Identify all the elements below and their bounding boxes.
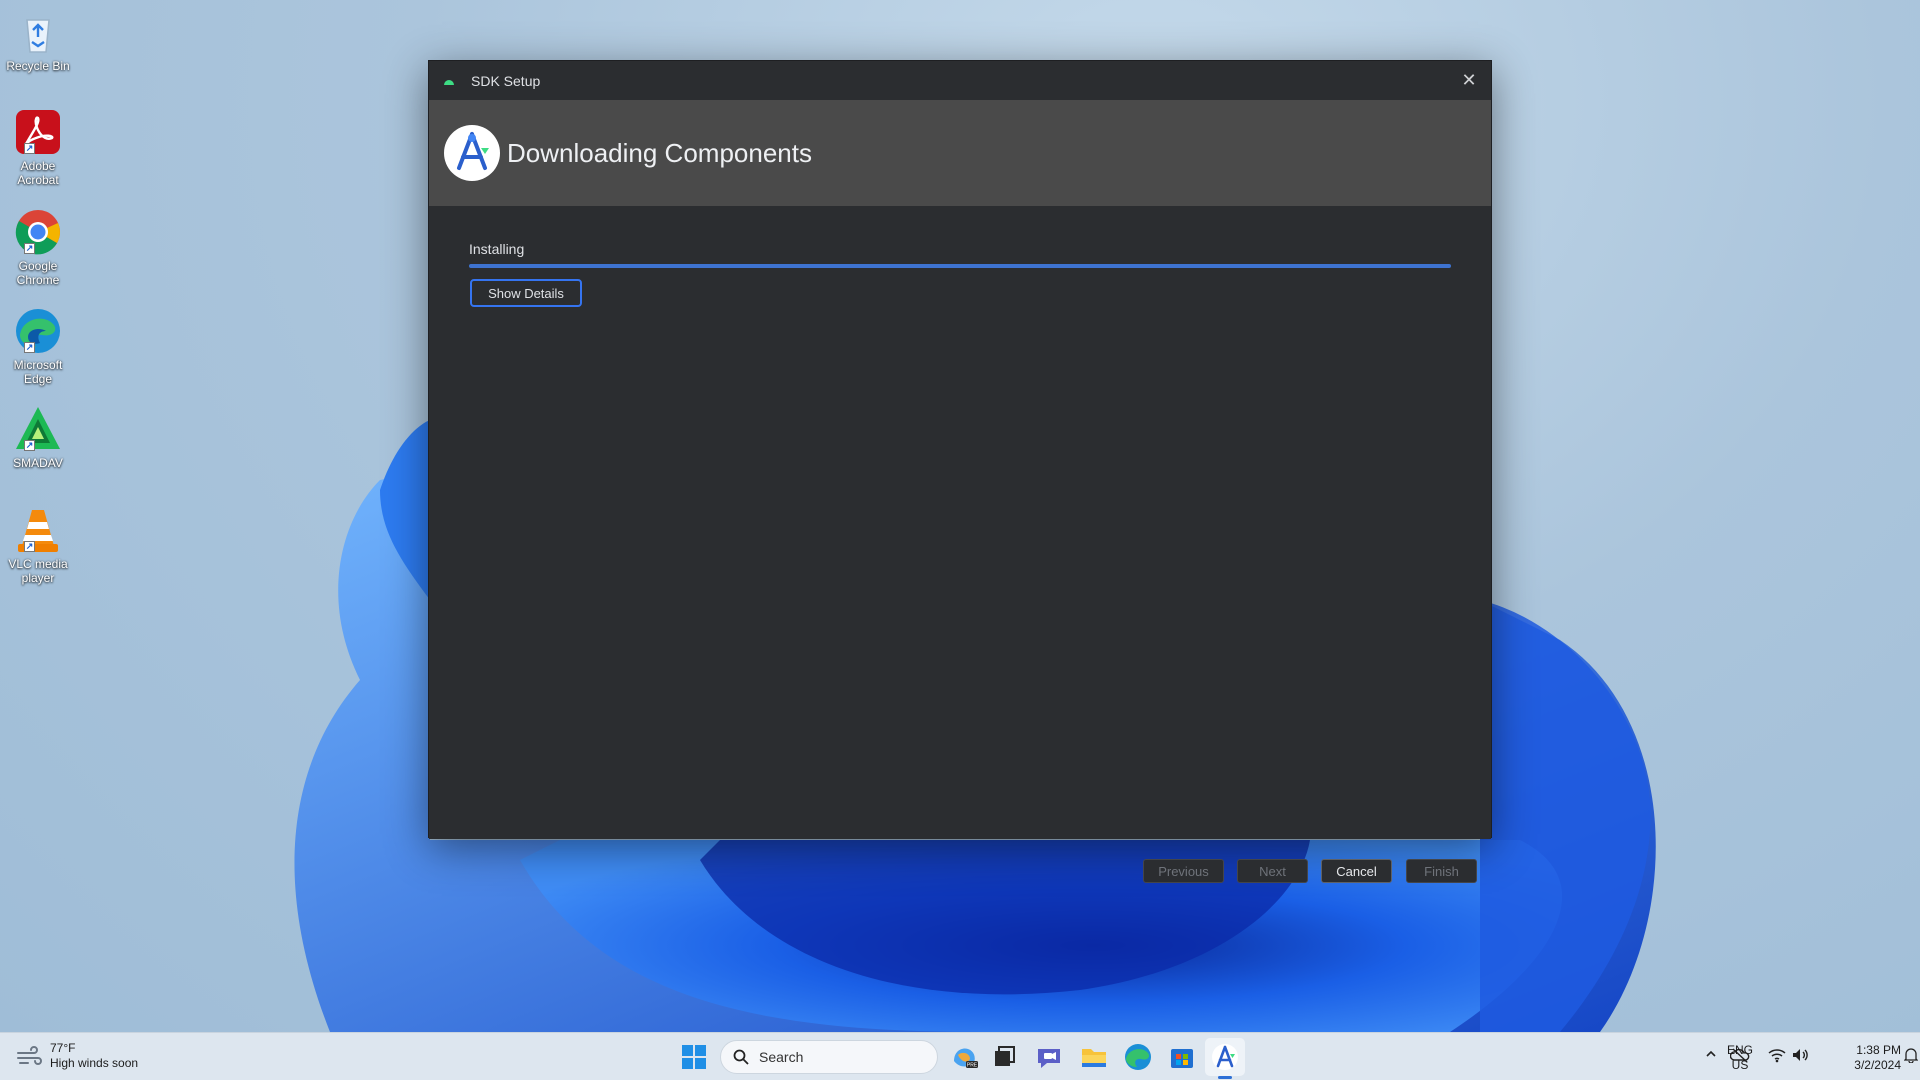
vlc-icon: ↗: [14, 506, 62, 554]
show-hidden-icons-chevron-icon[interactable]: [1704, 1047, 1718, 1064]
desktop-icon-label: VLC media player: [8, 557, 68, 585]
desktop-icon-smadav[interactable]: ↗ SMADAV: [4, 405, 72, 470]
previous-button[interactable]: Previous: [1143, 859, 1224, 883]
dialog-header: Downloading Components: [429, 100, 1491, 206]
taskbar-search[interactable]: Search: [720, 1040, 938, 1074]
desktop-icon-label: Google Chrome: [16, 259, 60, 287]
dialog-title: SDK Setup: [471, 72, 541, 89]
notification-bell-icon[interactable]: [1903, 1047, 1919, 1066]
wifi-icon[interactable]: [1768, 1047, 1786, 1066]
weather-condition: High winds soon: [50, 1056, 139, 1070]
google-chrome-icon: ↗: [14, 208, 62, 256]
shortcut-arrow-icon: ↗: [24, 243, 35, 254]
adobe-acrobat-icon: ↗: [14, 108, 62, 156]
android-icon: [444, 79, 454, 85]
close-icon[interactable]: ✕: [1459, 70, 1479, 90]
page-title: Downloading Components: [507, 137, 812, 168]
recycle-bin-icon: [14, 8, 62, 56]
desktop-icon-label: Microsoft Edge: [13, 358, 63, 386]
shortcut-arrow-icon: ↗: [24, 143, 35, 154]
wind-icon: [17, 1046, 42, 1065]
teams-chat-icon: [1038, 1049, 1060, 1068]
smadav-icon: ↗: [14, 405, 62, 453]
taskbar-microsoft-store[interactable]: [1166, 1041, 1198, 1073]
next-button[interactable]: Next: [1237, 859, 1308, 883]
task-view-icon: [995, 1046, 1015, 1066]
desktop-icon-google-chrome[interactable]: ↗ Google Chrome: [4, 208, 72, 287]
taskbar-file-explorer[interactable]: [1078, 1041, 1110, 1073]
cancel-button[interactable]: Cancel: [1321, 859, 1392, 883]
taskbar: 77°F High winds soon Search PRE ENG US 1…: [0, 1032, 1920, 1080]
dialog-content: Installing Show Details Previous Next Ca…: [429, 206, 1491, 883]
microsoft-edge-icon: ↗: [14, 307, 62, 355]
taskbar-task-view[interactable]: [988, 1041, 1020, 1073]
taskbar-android-studio[interactable]: [1209, 1041, 1241, 1073]
android-studio-logo-icon: [444, 125, 500, 181]
windows-icon: [682, 1045, 706, 1069]
clock-date: 3/2/2024: [1854, 1058, 1901, 1072]
language-code: ENG: [1727, 1043, 1754, 1057]
svg-text:PRE: PRE: [967, 1063, 978, 1069]
desktop-icon-adobe-acrobat[interactable]: ↗ Adobe Acrobat: [4, 108, 72, 187]
show-details-button[interactable]: Show Details: [470, 279, 582, 307]
region-code: US: [1731, 1058, 1749, 1072]
shortcut-arrow-icon: ↗: [24, 342, 35, 353]
progress-bar: [469, 264, 1451, 268]
dialog-titlebar[interactable]: SDK Setup ✕: [429, 61, 1491, 100]
progress-fill: [469, 264, 1451, 268]
active-app-indicator: [1218, 1076, 1232, 1079]
clock-time: 1:38 PM: [1856, 1043, 1901, 1057]
search-placeholder: Search: [759, 1049, 804, 1065]
weather-widget[interactable]: 77°F High winds soon: [16, 1041, 138, 1071]
status-label: Installing: [469, 241, 525, 257]
desktop-icon-recycle-bin[interactable]: Recycle Bin: [4, 8, 72, 73]
shortcut-arrow-icon: ↗: [24, 440, 35, 451]
desktop-icon-label: Adobe Acrobat: [17, 159, 59, 187]
volume-icon[interactable]: [1791, 1047, 1809, 1066]
taskbar-copilot[interactable]: PRE: [948, 1041, 980, 1073]
weather-temp: 77°F: [50, 1041, 76, 1055]
clock[interactable]: 1:38 PM 3/2/2024: [1821, 1043, 1901, 1073]
search-icon: [733, 1049, 749, 1065]
desktop-icon-label: SMADAV: [13, 456, 63, 470]
desktop-icon-vlc[interactable]: ↗ VLC media player: [4, 506, 72, 585]
copilot-icon: PRE: [954, 1048, 978, 1069]
desktop-icon-microsoft-edge[interactable]: ↗ Microsoft Edge: [4, 307, 72, 386]
file-explorer-icon: [1082, 1049, 1106, 1067]
android-studio-icon: [1212, 1044, 1238, 1070]
start-button[interactable]: [678, 1041, 710, 1073]
microsoft-store-icon: [1171, 1049, 1193, 1068]
finish-button[interactable]: Finish: [1406, 859, 1477, 883]
taskbar-teams[interactable]: [1033, 1041, 1065, 1073]
shortcut-arrow-icon: ↗: [24, 541, 35, 552]
taskbar-edge[interactable]: [1122, 1041, 1154, 1073]
desktop-icon-label: Recycle Bin: [6, 59, 70, 73]
sdk-setup-dialog: SDK Setup ✕ Downloading Components Insta…: [428, 60, 1492, 883]
edge-icon: [1125, 1044, 1151, 1070]
language-indicator[interactable]: ENG US: [1727, 1043, 1753, 1073]
